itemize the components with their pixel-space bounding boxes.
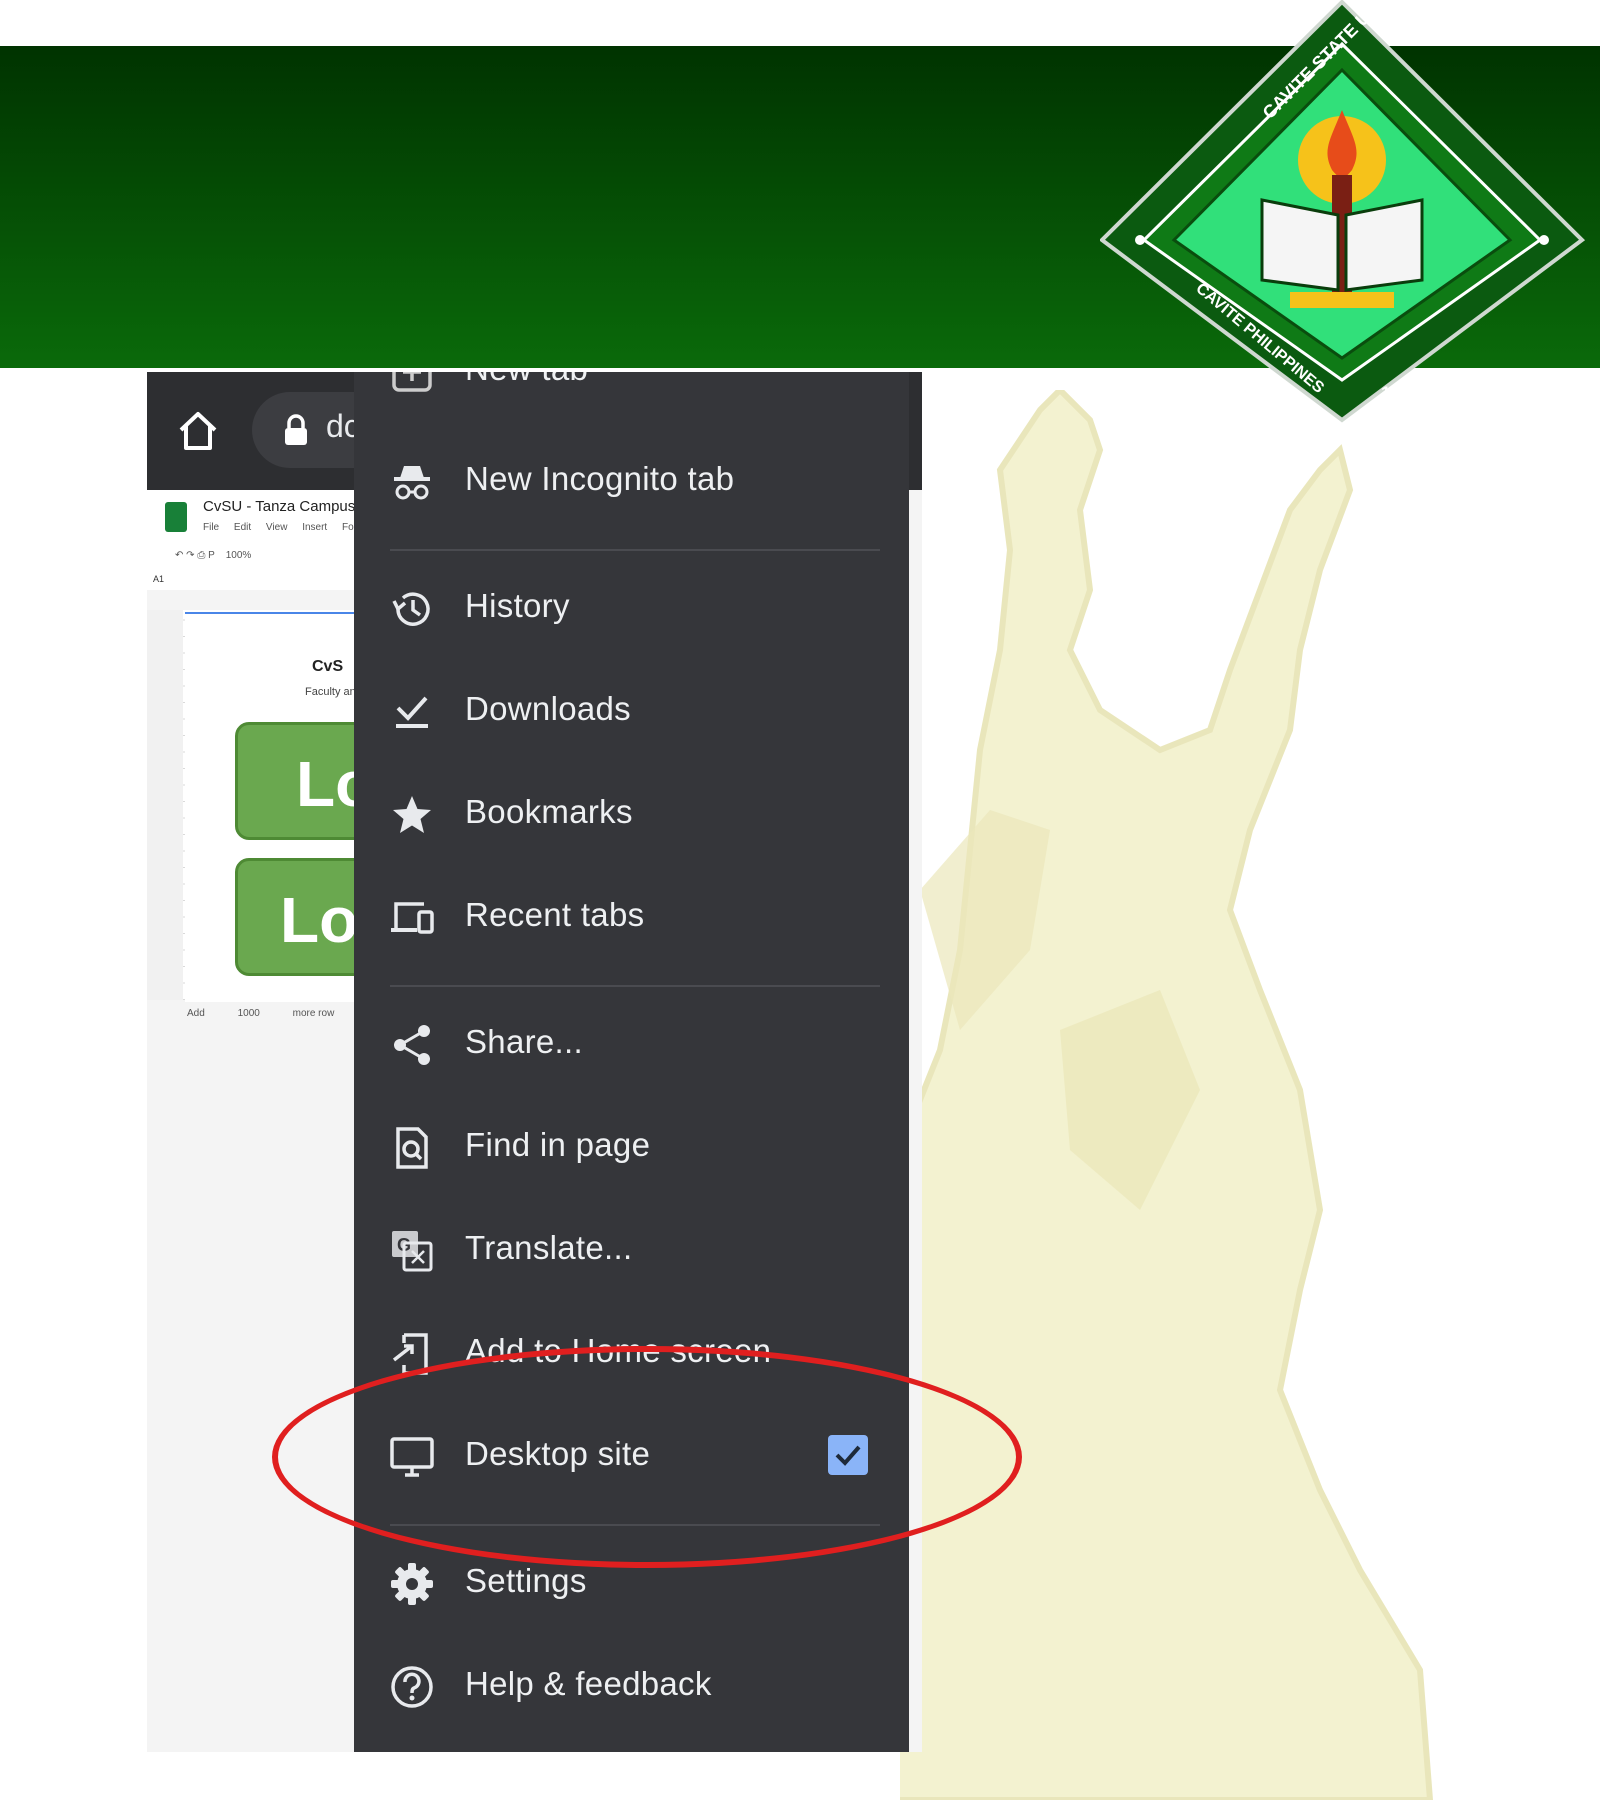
sheet-footer: Add 1000 more row [187,1008,364,1019]
paint-format-icon[interactable]: P [208,550,215,561]
new-tab-icon [390,372,434,394]
menu-item-help-feedback[interactable]: Help & feedback [354,1635,909,1738]
find-in-page-icon [390,1126,434,1170]
seal-year: 1906 [1381,383,1419,402]
desktop-icon [390,1435,434,1479]
menu-label: Desktop site [465,1435,651,1472]
menu-separator [390,985,880,987]
menu-item-find-in-page[interactable]: Find in page [354,1096,909,1199]
menu-item-new-incognito-tab[interactable]: New Incognito tab [354,430,909,533]
undo-icon[interactable]: ↶ [175,550,183,561]
menu-item-new-tab[interactable]: New tab [354,372,909,423]
incognito-icon [390,460,434,504]
menu-item-desktop-site[interactable]: Desktop site [354,1405,909,1508]
gear-icon [390,1562,434,1606]
menu-separator [390,549,880,551]
add-to-home-icon [390,1332,434,1376]
menu-separator [390,1524,880,1526]
desktop-site-checkbox[interactable] [828,1435,868,1475]
sheets-menu-insert[interactable]: Insert [302,522,327,533]
sheets-toolbar: ↶ ↷ ⎙ P 100% [175,550,251,561]
sheets-menu-file[interactable]: File [203,522,219,533]
sheets-logo-icon [165,502,187,532]
menu-label: Recent tabs [465,896,645,933]
menu-label: Share... [465,1023,583,1060]
downloads-icon [390,690,434,734]
menu-item-translate[interactable]: G Translate... [354,1199,909,1302]
menu-label: Bookmarks [465,793,633,830]
sheets-menu-edit[interactable]: Edit [234,522,251,533]
lock-icon [282,414,310,446]
menu-item-recent-tabs[interactable]: Recent tabs [354,866,909,969]
add-rows-button[interactable]: Add [187,1008,205,1019]
devices-icon [390,896,434,940]
more-rows-label: more row [292,1008,335,1019]
menu-label: New tab [465,372,588,388]
menu-label: Add to Home screen [465,1332,772,1369]
home-icon[interactable] [175,408,221,454]
help-icon [390,1665,434,1709]
menu-item-share[interactable]: Share... [354,993,909,1096]
cell-reference: A1 [153,574,165,584]
print-icon[interactable]: ⎙ [197,550,205,561]
sheets-menu-bar: File Edit View Insert Fo [203,522,366,533]
statue-watermark [900,390,1434,1800]
star-icon [390,793,434,837]
row-count-input[interactable]: 1000 [238,1008,260,1019]
browser-overflow-menu: New tab New Incognito tab History [354,372,909,1752]
share-icon [390,1023,434,1067]
sheets-menu-view[interactable]: View [266,522,288,533]
history-icon [390,587,434,631]
menu-label: Translate... [465,1229,633,1266]
menu-label: Settings [465,1562,587,1599]
menu-item-downloads[interactable]: Downloads [354,660,909,763]
menu-label: Find in page [465,1126,651,1163]
sheet-doc-title: CvS [312,658,344,675]
menu-label: New Incognito tab [465,460,735,497]
menu-label: Downloads [465,690,631,727]
redo-icon[interactable]: ↷ [186,550,194,561]
menu-item-settings[interactable]: Settings [354,1532,909,1635]
university-seal: 1906 CAVITE STATE UNIVERSITY CAVITE PHIL… [1098,0,1586,425]
menu-label: Help & feedback [465,1665,712,1702]
menu-item-history[interactable]: History [354,557,909,660]
sheets-menu-format[interactable]: Fo [342,522,354,533]
menu-item-bookmarks[interactable]: Bookmarks [354,763,909,866]
translate-icon: G [390,1229,434,1273]
menu-label: History [465,587,570,624]
menu-item-add-to-home-screen[interactable]: Add to Home screen [354,1302,909,1405]
zoom-select[interactable]: 100% [226,550,252,561]
